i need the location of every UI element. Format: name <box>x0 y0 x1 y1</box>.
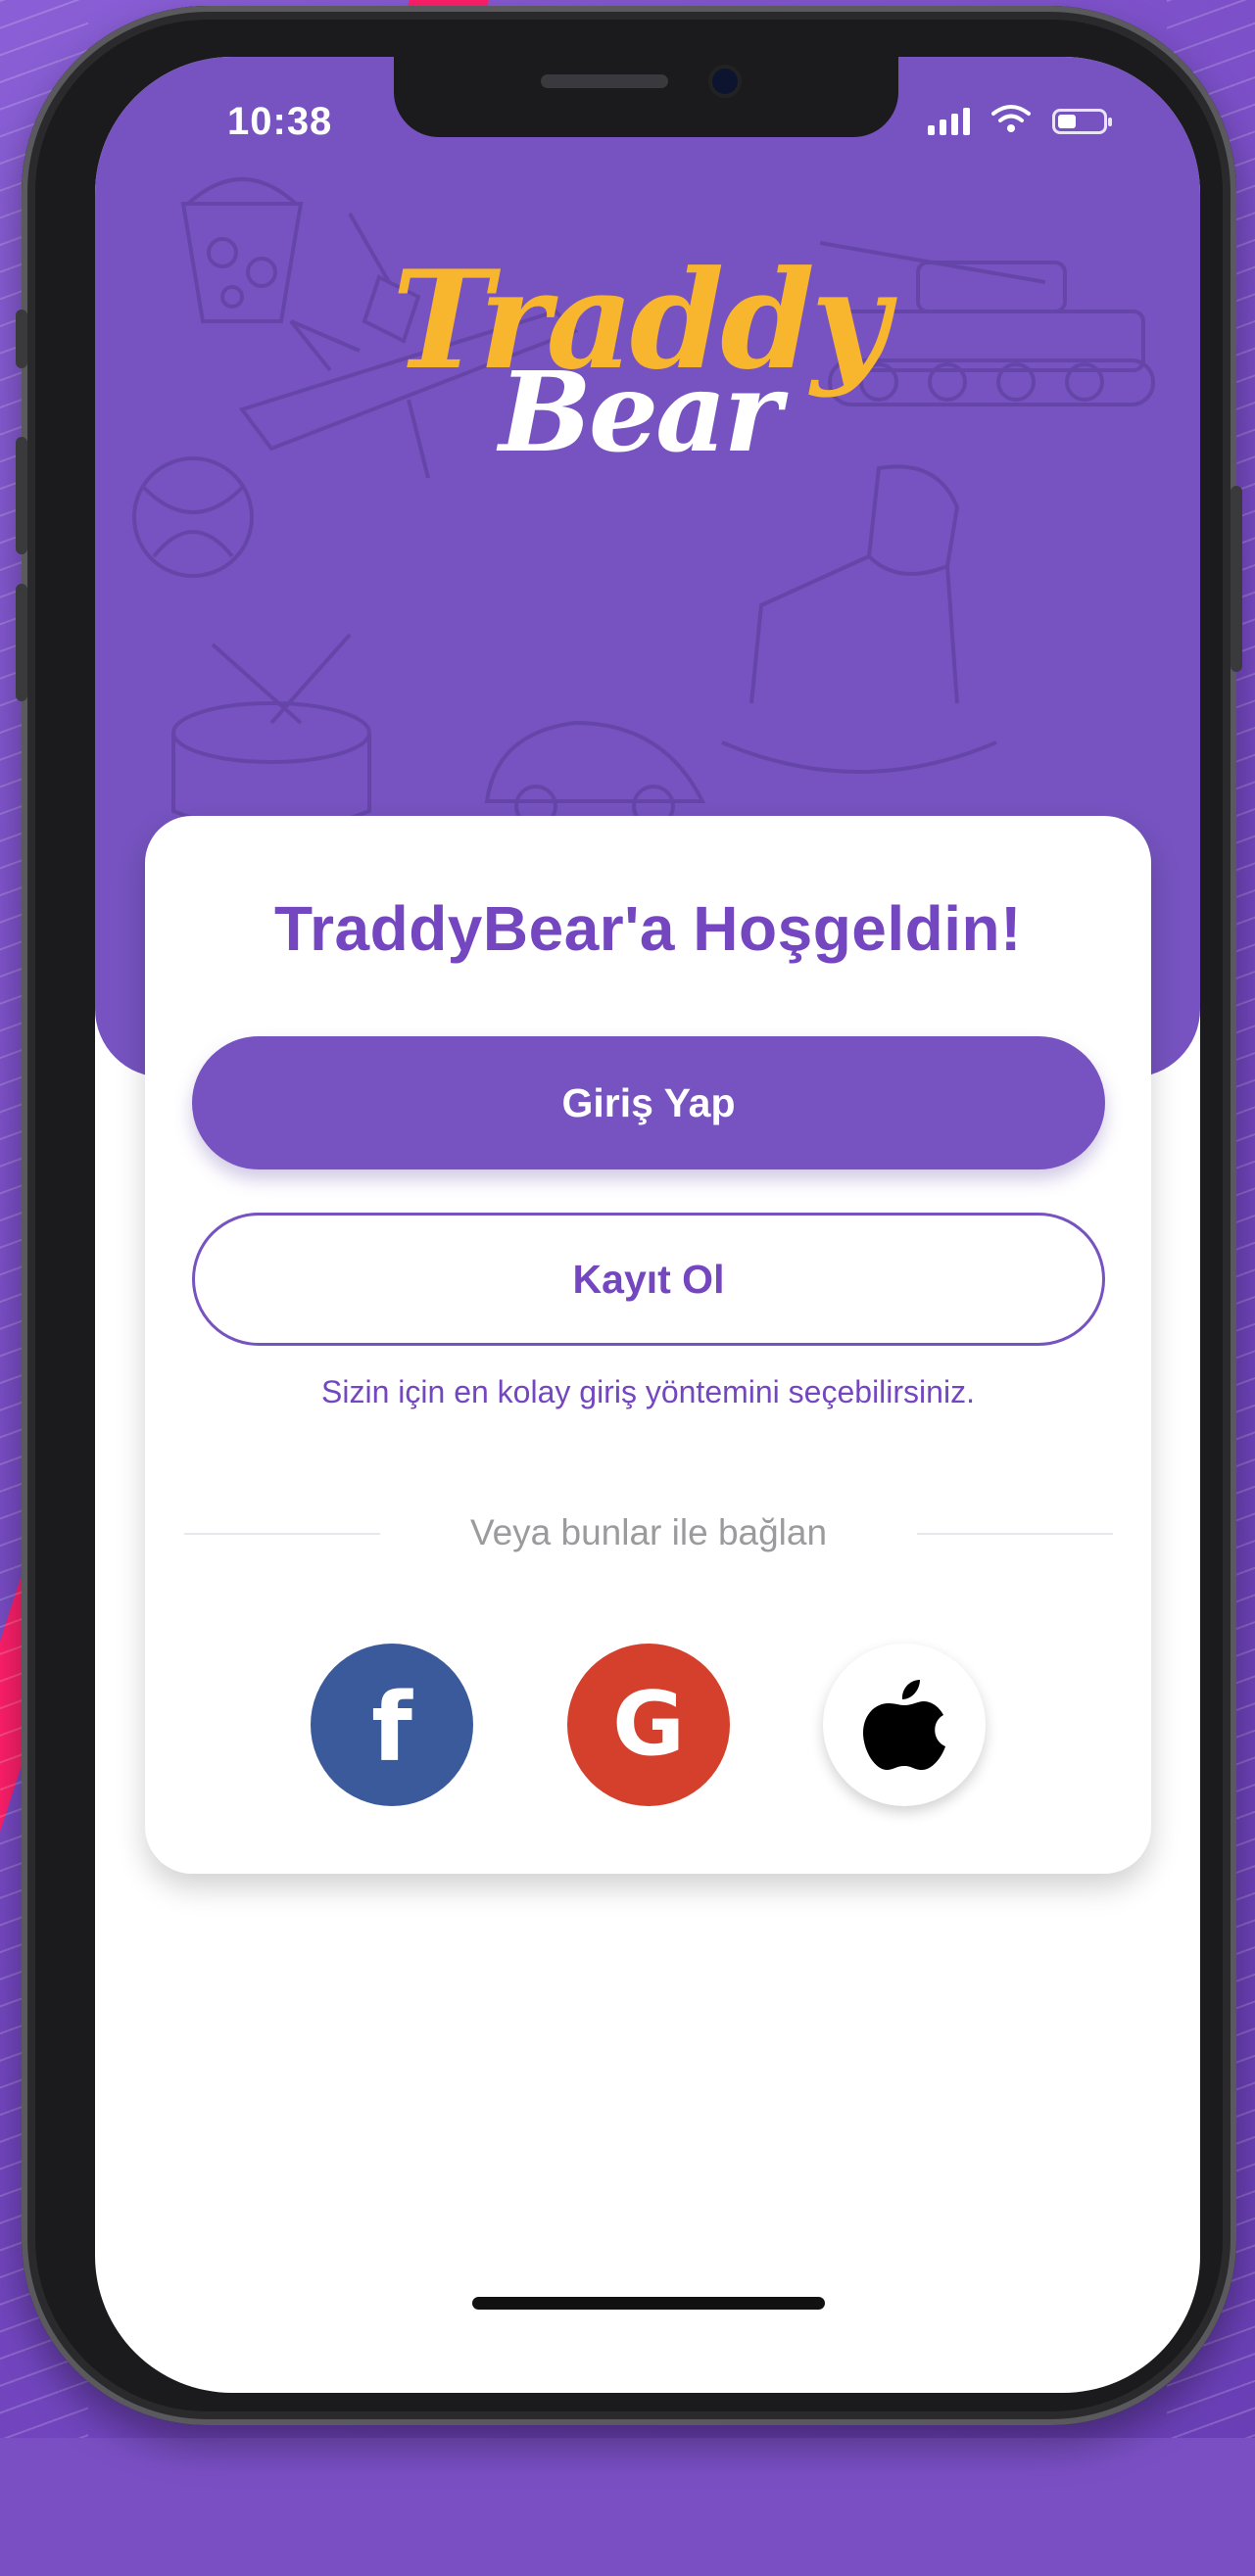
phone-frame: 10:38 Traddy Bear TraddyBear'a Hoşgeldin… <box>16 6 1242 2425</box>
ball-doodle-icon <box>124 449 262 586</box>
register-button[interactable]: Kayıt Ol <box>192 1213 1105 1346</box>
login-hint-text: Sizin için en kolay giriş yöntemini seçe… <box>321 1374 975 1409</box>
login-button[interactable]: Giriş Yap <box>192 1036 1105 1169</box>
traddybear-logo: Traddy Bear <box>286 253 991 507</box>
cellular-signal-icon <box>928 107 970 135</box>
drum-doodle-icon <box>154 625 389 840</box>
welcome-card: TraddyBear'a Hoşgeldin! Giriş Yap Kayıt … <box>145 816 1151 1874</box>
power-button <box>1231 486 1242 672</box>
phone-notch <box>394 57 898 137</box>
facebook-login-button[interactable]: f <box>311 1644 473 1806</box>
volume-down-button <box>16 584 27 701</box>
logo-bear: Bear <box>499 349 782 477</box>
status-time: 10:38 <box>227 100 333 143</box>
mute-switch <box>16 310 27 368</box>
earpiece-speaker <box>541 74 668 88</box>
google-icon: G <box>612 1673 685 1776</box>
divider-line-right <box>917 1533 1113 1535</box>
battery-icon <box>1052 108 1112 134</box>
battery-level <box>1058 114 1076 128</box>
home-indicator[interactable] <box>472 2297 825 2310</box>
apple-icon <box>863 1676 945 1775</box>
google-login-button[interactable]: G <box>567 1644 730 1806</box>
welcome-title: TraddyBear'a Hoşgeldin! <box>274 893 1022 964</box>
phone-screen: 10:38 Traddy Bear TraddyBear'a Hoşgeldin… <box>95 57 1200 2393</box>
front-camera <box>712 69 738 94</box>
volume-up-button <box>16 437 27 554</box>
apple-login-button[interactable] <box>823 1644 986 1806</box>
status-icons <box>928 104 1112 138</box>
wifi-icon <box>991 104 1031 138</box>
facebook-icon: f <box>371 1673 412 1783</box>
social-divider: Veya bunlar ile bağlan <box>184 1511 1113 1554</box>
